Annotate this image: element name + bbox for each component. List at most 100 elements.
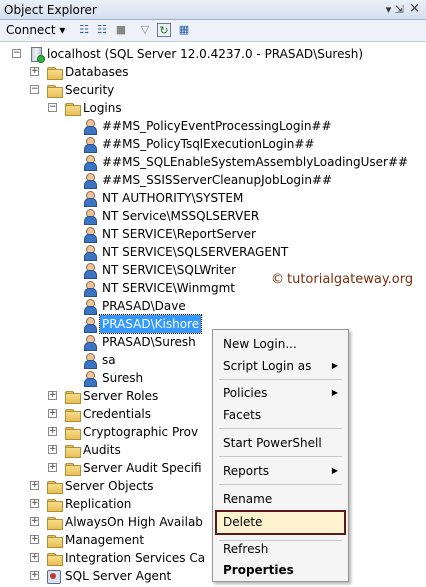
user-icon: [82, 371, 98, 387]
user-icon: [82, 299, 98, 315]
user-icon: [82, 173, 98, 189]
folder-icon: [46, 515, 63, 530]
folder-label: Management: [65, 533, 145, 547]
context-menu: New Login... Script Login as ▶ Policies …: [212, 329, 349, 582]
agent-label: SQL Server Agent: [65, 569, 172, 583]
close-icon[interactable]: ×: [409, 1, 420, 16]
tree-node-logins[interactable]: − Logins: [0, 99, 426, 117]
menu-item-script-login-as[interactable]: Script Login as ▶: [215, 355, 346, 377]
tree-node-server[interactable]: − localhost (SQL Server 12.0.4237.0 - PR…: [0, 45, 426, 63]
menu-item-start-powershell[interactable]: Start PowerShell: [215, 432, 346, 454]
user-icon: [82, 227, 98, 243]
login-label: NT AUTHORITY\SYSTEM: [102, 191, 244, 205]
menu-item-label: Refresh: [223, 542, 269, 556]
menu-item-reports[interactable]: Reports ▶: [215, 460, 346, 482]
disconnect-icon[interactable]: ☷: [95, 23, 109, 37]
folder-label: Replication: [65, 497, 132, 511]
tree-node-databases[interactable]: + Databases: [0, 63, 426, 81]
watermark: © tutorialgateway.org: [271, 272, 413, 287]
collapse-icon[interactable]: −: [48, 103, 57, 112]
server-icon: [28, 47, 45, 63]
folder-icon: [64, 425, 81, 440]
connect-icon[interactable]: ☷: [77, 23, 91, 37]
expand-icon[interactable]: +: [48, 463, 57, 472]
watermark-text: tutorialgateway.org: [287, 272, 414, 287]
expand-icon[interactable]: +: [30, 499, 39, 508]
pin-icon[interactable]: ▾ ⇲: [386, 3, 404, 16]
user-icon: [82, 155, 98, 171]
expand-icon[interactable]: +: [48, 445, 57, 454]
folder-icon: [46, 65, 63, 80]
menu-item-label: Delete: [223, 515, 263, 529]
expand-icon[interactable]: +: [30, 571, 39, 580]
folder-label: AlwaysOn High Availab: [65, 515, 203, 529]
selected-login-label: PRASAD\Kishore: [98, 314, 203, 334]
connect-button[interactable]: Connect ▾: [6, 23, 65, 37]
login-item[interactable]: NT AUTHORITY\SYSTEM: [0, 189, 426, 207]
menu-item-properties[interactable]: Properties: [215, 559, 346, 581]
expand-icon[interactable]: +: [30, 535, 39, 544]
login-label: ##MS_PolicyEventProcessingLogin##: [102, 119, 332, 133]
login-item[interactable]: ##MS_SQLEnableSystemAssemblyLoadingUser#…: [0, 153, 426, 171]
refresh-icon[interactable]: ↻: [157, 23, 171, 37]
expand-icon[interactable]: +: [30, 481, 39, 490]
submenu-arrow-icon: ▶: [331, 361, 338, 370]
login-label: NT SERVICE\ReportServer: [102, 227, 256, 241]
folder-icon: [46, 83, 63, 98]
expand-icon[interactable]: +: [30, 67, 39, 76]
expand-icon[interactable]: +: [48, 427, 57, 436]
login-item[interactable]: ##MS_PolicyEventProcessingLogin##: [0, 117, 426, 135]
tree-node-security[interactable]: − Security: [0, 81, 426, 99]
menu-item-rename[interactable]: Rename: [215, 488, 346, 510]
login-label: NT Service\MSSQLSERVER: [102, 209, 260, 223]
folder-label: Server Audit Specifi: [83, 461, 202, 475]
menu-item-facets[interactable]: Facets: [215, 404, 346, 426]
expand-icon[interactable]: +: [48, 409, 57, 418]
folder-icon: [46, 551, 63, 566]
menu-item-label: Start PowerShell: [223, 436, 322, 450]
folder-icon: [46, 533, 63, 548]
object-explorer-titlebar: Object Explorer ▾ ⇲ ×: [0, 0, 426, 20]
folder-label: Audits: [83, 443, 121, 457]
login-item[interactable]: NT SERVICE\SQLSERVERAGENT: [0, 243, 426, 261]
folder-label: Server Roles: [83, 389, 159, 403]
activity-monitor-icon[interactable]: ▦: [177, 23, 191, 37]
user-icon: [82, 353, 98, 369]
collapse-icon[interactable]: −: [12, 49, 21, 58]
folder-label: Credentials: [83, 407, 152, 421]
menu-item-label: New Login...: [223, 337, 297, 351]
folder-icon: [64, 461, 81, 476]
folder-label: Cryptographic Prov: [83, 425, 199, 439]
folder-label: Server Objects: [65, 479, 154, 493]
menu-item-refresh[interactable]: Refresh: [215, 538, 346, 560]
expand-icon[interactable]: +: [30, 553, 39, 562]
expand-icon[interactable]: +: [48, 391, 57, 400]
login-item[interactable]: ##MS_PolicyTsqlExecutionLogin##: [0, 135, 426, 153]
login-item[interactable]: NT SERVICE\ReportServer: [0, 225, 426, 243]
login-item[interactable]: NT Service\MSSQLSERVER: [0, 207, 426, 225]
login-label: sa: [102, 353, 116, 367]
object-explorer-toolbar: Connect ▾ ☷ ☷ ■ ▽ ↻ ▦: [0, 20, 426, 42]
stop-icon[interactable]: ■: [114, 23, 128, 37]
login-label: PRASAD\Suresh: [102, 335, 196, 349]
copyright-mark: ©: [271, 272, 284, 287]
folder-label: Integration Services Ca: [65, 551, 206, 565]
expand-icon[interactable]: +: [30, 517, 39, 526]
logins-label: Logins: [83, 101, 122, 115]
menu-item-policies[interactable]: Policies ▶: [215, 382, 346, 404]
menu-item-delete[interactable]: Delete: [215, 510, 346, 535]
collapse-icon[interactable]: −: [30, 85, 39, 94]
user-icon: [82, 263, 98, 279]
filter-icon[interactable]: ▽: [138, 23, 152, 37]
submenu-arrow-icon: ▶: [331, 466, 338, 475]
login-item[interactable]: ##MS_SSISServerCleanupJobLogin##: [0, 171, 426, 189]
user-icon: [82, 335, 98, 351]
login-item[interactable]: PRASAD\Dave: [0, 297, 426, 315]
menu-item-new-login[interactable]: New Login...: [215, 333, 346, 355]
menu-item-label: Facets: [223, 408, 262, 422]
menu-separator: [219, 456, 342, 457]
login-label: PRASAD\Dave: [102, 299, 186, 313]
panel-title: Object Explorer: [4, 3, 97, 17]
user-icon: [82, 191, 98, 207]
databases-label: Databases: [65, 65, 129, 79]
